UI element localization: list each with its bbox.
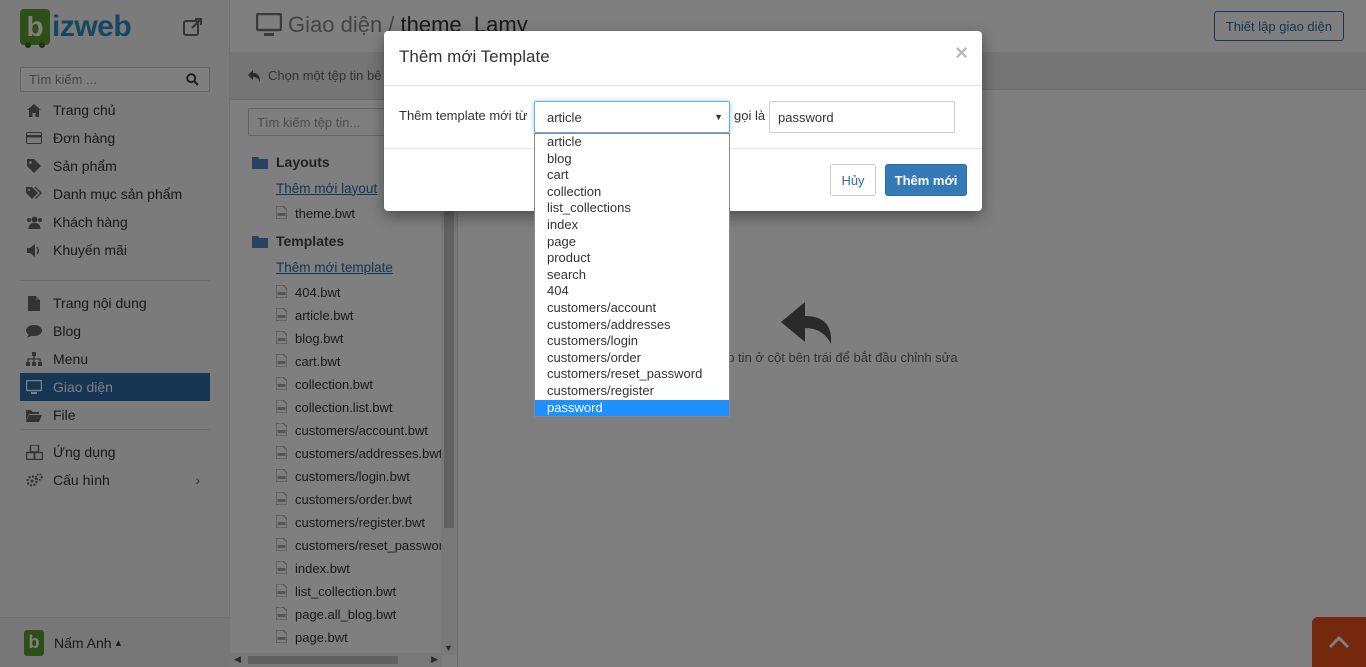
- template-source-select[interactable]: article ▼: [534, 101, 730, 133]
- dropdown-option[interactable]: search: [535, 267, 729, 284]
- dropdown-option[interactable]: customers/login: [535, 333, 729, 350]
- add-template-button[interactable]: Thêm mới: [885, 164, 967, 196]
- dropdown-option[interactable]: collection: [535, 184, 729, 201]
- cancel-button[interactable]: Hủy: [830, 164, 876, 196]
- template-name-input[interactable]: [769, 101, 955, 133]
- template-source-options: article blog cart collection list_collection…: [534, 133, 730, 417]
- dropdown-option[interactable]: blog: [535, 151, 729, 168]
- caret-down-icon: ▼: [714, 112, 723, 122]
- dropdown-option[interactable]: list_collections: [535, 200, 729, 217]
- dropdown-option[interactable]: password: [535, 399, 729, 417]
- dropdown-option[interactable]: cart: [535, 167, 729, 184]
- template-name-label: gọi là: [734, 108, 766, 123]
- dropdown-option[interactable]: page: [535, 234, 729, 251]
- modal-title: Thêm mới Template: [399, 47, 550, 66]
- dropdown-option[interactable]: customers/reset_password: [535, 366, 729, 383]
- dropdown-option[interactable]: customers/register: [535, 383, 729, 400]
- template-source-label: Thêm template mới từ: [399, 108, 528, 123]
- dropdown-option[interactable]: 404: [535, 283, 729, 300]
- dropdown-option[interactable]: customers/account: [535, 300, 729, 317]
- dropdown-option[interactable]: product: [535, 250, 729, 267]
- dropdown-option[interactable]: customers/addresses: [535, 317, 729, 334]
- dropdown-option[interactable]: article: [535, 134, 729, 151]
- dropdown-option[interactable]: customers/order: [535, 350, 729, 367]
- dropdown-option[interactable]: index: [535, 217, 729, 234]
- modal-header: Thêm mới Template ×: [384, 31, 982, 86]
- select-value: article: [547, 109, 582, 125]
- close-icon[interactable]: ×: [955, 41, 968, 65]
